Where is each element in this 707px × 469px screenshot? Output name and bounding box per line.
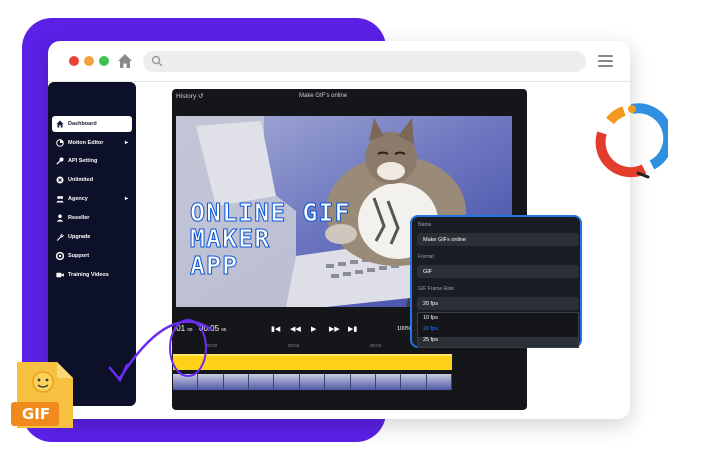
maximize-window-dot[interactable] [99, 56, 109, 66]
sidebar-item-label: Support [68, 253, 90, 259]
home-icon[interactable] [117, 53, 133, 69]
sidebar-item-motion-editor[interactable]: Motion Editor ▸ [52, 135, 132, 151]
frame-rate-option-highlighted[interactable]: 20 fps [423, 326, 438, 332]
close-window-dot[interactable] [69, 56, 79, 66]
sidebar-item-dashboard[interactable]: Dashboard [52, 116, 132, 132]
undo-icon: ↺ [198, 93, 204, 100]
frame-rate-label: GIF Frame Rate [418, 286, 455, 292]
sidebar-item-label: Unlimited [68, 177, 94, 183]
sidebar-item-label: Dashboard [68, 121, 97, 127]
frame-thumbnail [325, 374, 351, 390]
play-icon[interactable]: ▶ [311, 325, 316, 333]
history-label: History [176, 93, 197, 100]
fast-forward-icon[interactable]: ▶▶ [329, 325, 340, 333]
sidebar-item-unlimited[interactable]: Unlimited [52, 172, 132, 188]
sidebar-item-api-setting[interactable]: API Setting [52, 153, 132, 169]
gif-text-line-1: ONLINE GIF [190, 198, 351, 227]
hamburger-menu-icon[interactable] [598, 55, 613, 68]
rewind-icon[interactable]: ◀◀ [290, 325, 301, 333]
sidebar-item-label: Motion Editor [68, 140, 104, 146]
gif-settings-panel: Name Make GIFs online Format GIF GIF Fra… [410, 215, 582, 348]
zoom-level[interactable]: 100% [397, 326, 411, 332]
sidebar-item-training-videos[interactable]: Training Videos [52, 267, 132, 283]
home-icon [56, 120, 64, 128]
topbar-divider [48, 81, 630, 82]
frame-rate-option[interactable]: 10 fps [423, 315, 438, 321]
sidebar-item-reseller[interactable]: Reseller [52, 210, 132, 226]
format-select[interactable]: GIF [417, 265, 579, 278]
minimize-window-dot[interactable] [84, 56, 94, 66]
frame-rate-option[interactable]: 25 fps [418, 337, 578, 347]
app-logo-icon [595, 103, 668, 179]
sidebar-item-support[interactable]: Support [52, 248, 132, 264]
name-label: Name [418, 222, 432, 228]
curved-arrow-icon [108, 320, 213, 383]
people-icon [56, 196, 64, 203]
sidebar-item-label: Training Videos [68, 272, 109, 278]
ruler-label: 00:03 [288, 343, 300, 348]
frame-rate-select[interactable]: 20 fps [417, 297, 579, 310]
address-bar[interactable] [143, 51, 586, 72]
skip-to-end-icon[interactable]: ▶▮ [348, 325, 357, 333]
sidebar-item-upgrade[interactable]: Upgrade [52, 229, 132, 245]
frame-thumbnail [299, 374, 326, 390]
gif-file-icon [11, 362, 73, 428]
chevron-right-icon: ▸ [124, 140, 128, 146]
sidebar-item-label: Reseller [68, 215, 90, 221]
format-label: Format [418, 254, 434, 260]
frame-thumbnail [249, 374, 275, 390]
wrench-icon [56, 233, 64, 241]
unlimited-icon [56, 176, 64, 184]
skip-to-start-icon[interactable]: ▮◀ [271, 325, 280, 333]
support-icon [56, 252, 64, 260]
gif-file-badge-label: GIF [21, 405, 51, 423]
frame-thumbnail [274, 374, 300, 390]
sidebar-item-label: Agency [68, 196, 88, 202]
browser-topbar [48, 41, 630, 81]
person-icon [56, 214, 64, 222]
frame-thumbnail [426, 374, 452, 390]
chevron-right-icon: ▸ [124, 196, 128, 202]
name-field[interactable]: Make GIFs online [417, 233, 579, 246]
sidebar-item-label: API Setting [68, 158, 98, 164]
history-button[interactable]: History ↺ [176, 92, 204, 100]
sidebar-item-label: Upgrade [68, 234, 91, 240]
search-icon [151, 55, 163, 67]
motion-icon [56, 139, 64, 147]
ruler-label: 00:04 [370, 343, 382, 348]
gif-text-line-2: MAKER [189, 224, 271, 253]
sidebar-item-agency[interactable]: Agency ▸ [52, 191, 132, 207]
key-icon [56, 157, 64, 165]
frame-thumbnail [350, 374, 376, 390]
frame-thumbnail [375, 374, 402, 390]
gif-text-line-3: APP [189, 251, 239, 280]
editor-title: Make GIF's online [299, 93, 348, 99]
frame-thumbnail [401, 374, 427, 390]
video-icon [56, 272, 64, 278]
frame-rate-options: 10 fps 20 fps 25 fps [417, 312, 579, 348]
